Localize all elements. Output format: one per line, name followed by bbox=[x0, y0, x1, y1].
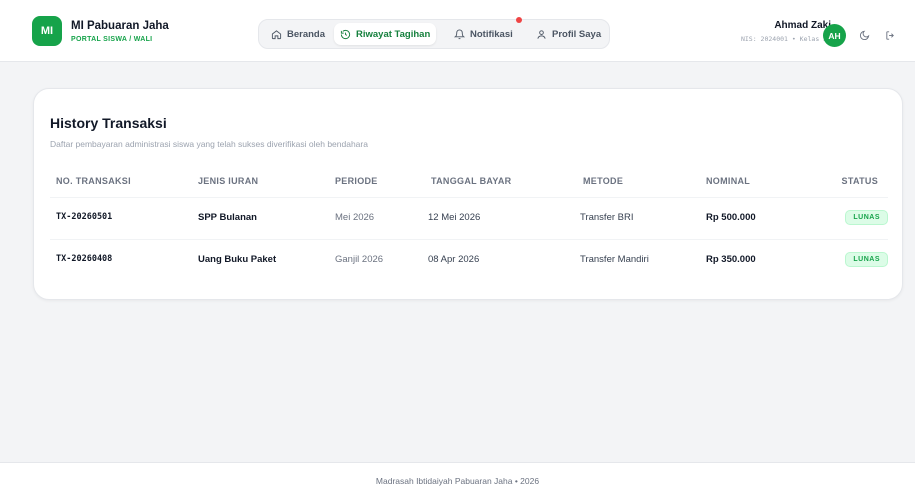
column-header-no-transaksi: NO. TRANSAKSI bbox=[56, 176, 131, 186]
amount: Rp 350.000 bbox=[706, 254, 756, 265]
nav-profil-label: Profil Saya bbox=[552, 28, 602, 40]
nav-beranda[interactable]: Beranda bbox=[265, 23, 331, 45]
fee-type: SPP Bulanan bbox=[198, 212, 257, 223]
logout-button[interactable] bbox=[879, 24, 901, 46]
transaction-id: TX-20260501 bbox=[56, 212, 113, 222]
page-subtitle: Daftar pembayaran administrasi siswa yan… bbox=[50, 139, 368, 149]
nav-profil-saya[interactable]: Profil Saya bbox=[530, 23, 607, 45]
payment-date: 12 Mei 2026 bbox=[428, 212, 481, 223]
bell-icon bbox=[454, 29, 465, 39]
table-row[interactable]: TX-20260408 Uang Buku Paket Ganjil 2026 … bbox=[50, 239, 888, 281]
brand[interactable]: MI MI Pabuaran Jaha PORTAL SISWA / WALI bbox=[32, 16, 169, 46]
payment-method: Transfer Mandiri bbox=[580, 254, 649, 265]
column-header-tanggal-bayar: TANGGAL BAYAR bbox=[431, 176, 512, 186]
main-nav: Beranda Riwayat Tagihan Notifikasi Profi… bbox=[258, 19, 610, 49]
avatar[interactable]: AH bbox=[823, 24, 846, 47]
transaction-history-card: History Transaksi Daftar pembayaran admi… bbox=[33, 88, 903, 300]
nav-riwayat-label: Riwayat Tagihan bbox=[356, 28, 431, 40]
footer-text: Madrasah Ibtidaiyah Pabuaran Jaha • 2026 bbox=[375, 476, 540, 486]
nav-notifikasi-label: Notifikasi bbox=[470, 28, 513, 40]
footer: Madrasah Ibtidaiyah Pabuaran Jaha • 2026 bbox=[0, 462, 915, 499]
user-meta: NIS: 2024001 • Kelas 3A bbox=[740, 35, 831, 43]
theme-toggle-button[interactable] bbox=[853, 24, 875, 46]
moon-icon bbox=[859, 30, 869, 40]
top-header: MI MI Pabuaran Jaha PORTAL SISWA / WALI … bbox=[0, 0, 915, 62]
period: Mei 2026 bbox=[335, 212, 375, 223]
column-header-jenis-iuran: JENIS IURAN bbox=[198, 176, 259, 186]
history-icon bbox=[340, 29, 351, 39]
column-header-periode: PERIODE bbox=[335, 176, 378, 186]
fee-type: Uang Buku Paket bbox=[198, 254, 277, 265]
payment-method: Transfer BRI bbox=[580, 212, 634, 223]
payment-date: 08 Apr 2026 bbox=[428, 254, 480, 265]
user-icon bbox=[537, 29, 546, 39]
table-row[interactable]: TX-20260501 SPP Bulanan Mei 2026 12 Mei … bbox=[50, 197, 888, 239]
notification-dot bbox=[516, 17, 522, 23]
brand-subtitle: PORTAL SISWA / WALI bbox=[71, 36, 153, 43]
transaction-id: TX-20260408 bbox=[56, 254, 113, 264]
nav-notifikasi[interactable]: Notifikasi bbox=[448, 23, 519, 45]
page-title: History Transaksi bbox=[50, 115, 167, 131]
status-badge: LUNAS bbox=[845, 252, 888, 267]
user-name: Ahmad Zaki bbox=[774, 20, 831, 31]
column-header-status: STATUS bbox=[841, 176, 878, 186]
status-badge: LUNAS bbox=[845, 210, 888, 225]
period: Ganjil 2026 bbox=[335, 254, 384, 265]
home-icon bbox=[271, 29, 282, 39]
nav-riwayat-tagihan[interactable]: Riwayat Tagihan bbox=[334, 23, 437, 45]
user-info: Ahmad Zaki NIS: 2024001 • Kelas 3A bbox=[741, 20, 831, 43]
amount: Rp 500.000 bbox=[706, 212, 756, 223]
brand-name: MI Pabuaran Jaha bbox=[71, 20, 169, 32]
column-header-nominal: NOMINAL bbox=[706, 176, 751, 186]
brand-logo: MI bbox=[32, 16, 62, 46]
nav-beranda-label: Beranda bbox=[287, 28, 326, 40]
column-header-metode: METODE bbox=[583, 176, 624, 186]
logout-icon bbox=[885, 30, 894, 40]
